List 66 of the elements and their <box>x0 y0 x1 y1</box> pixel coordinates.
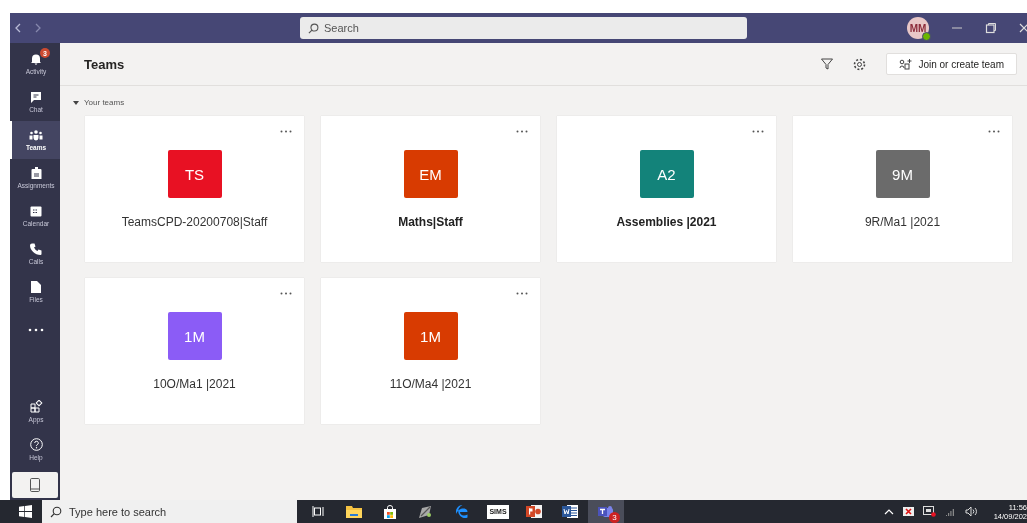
join-or-create-team-button[interactable]: Join or create team <box>886 53 1017 75</box>
team-name: 10O/Ma1 |2021 <box>153 377 236 391</box>
filter-icon[interactable] <box>821 58 834 70</box>
folder-icon <box>346 505 362 518</box>
team-name: 11O/Ma4 |2021 <box>389 377 472 391</box>
mobile-app-button[interactable] <box>12 472 58 498</box>
chat-icon <box>30 91 42 103</box>
team-card[interactable]: EM Maths|Staff <box>321 116 540 262</box>
edge-icon <box>454 504 470 519</box>
restore-icon[interactable] <box>985 22 997 34</box>
more-options-icon[interactable] <box>280 130 292 133</box>
forward-icon[interactable] <box>34 23 42 33</box>
tray-screen-icon[interactable] <box>922 506 936 517</box>
team-card[interactable]: TS TeamsCPD-20200708|Staff <box>85 116 304 262</box>
file-icon <box>31 281 41 293</box>
close-icon[interactable] <box>1019 23 1027 33</box>
add-people-icon <box>899 58 913 70</box>
team-avatar: 1M <box>403 312 458 360</box>
help-icon <box>29 437 43 451</box>
team-card[interactable]: 9M 9R/Ma1 |2021 <box>793 116 1012 262</box>
search-field[interactable]: Search <box>300 17 747 39</box>
team-card[interactable]: A2 Assemblies |2021 <box>557 116 776 262</box>
more-options-icon[interactable] <box>516 130 528 133</box>
search-icon <box>308 22 319 34</box>
windows-start-icon[interactable] <box>19 505 32 518</box>
document-app-icon <box>562 504 578 519</box>
team-avatar: EM <box>403 150 458 198</box>
team-name: 9R/Ma1 |2021 <box>864 215 941 229</box>
team-avatar: 9M <box>875 150 930 198</box>
team-name: Maths|Staff <box>398 215 463 229</box>
notification-badge: 3 <box>609 512 620 523</box>
team-name: TeamsCPD-20200708|Staff <box>121 215 268 229</box>
more-options-icon[interactable] <box>280 292 292 295</box>
user-avatar[interactable]: MM <box>907 17 929 39</box>
more-options-icon[interactable] <box>752 130 764 133</box>
team-app-icon <box>598 504 614 519</box>
task-view-icon <box>311 506 325 517</box>
team-avatar: A2 <box>639 150 694 198</box>
presentation-app-icon <box>526 504 542 519</box>
apps-icon <box>29 399 43 413</box>
team-card[interactable]: 1M 10O/Ma1 |2021 <box>85 278 304 424</box>
wifi-icon[interactable] <box>944 506 956 517</box>
more-options-icon[interactable] <box>988 130 1000 133</box>
settings-icon[interactable] <box>853 57 867 71</box>
more-options-icon[interactable] <box>516 292 528 295</box>
backpack-icon <box>30 167 42 179</box>
your-teams-toggle[interactable]: Your teams <box>73 98 125 107</box>
taskbar-search-field[interactable]: Type here to search <box>42 500 297 523</box>
people-icon <box>29 129 43 141</box>
chevron-up-icon[interactable] <box>883 508 894 515</box>
taskbar-app[interactable]: 3 <box>588 500 624 523</box>
calendar-icon <box>30 205 42 217</box>
tray-app-icon[interactable] <box>902 507 914 516</box>
search-icon <box>50 505 62 518</box>
team-card[interactable]: 1M 11O/Ma4 |2021 <box>321 278 540 424</box>
team-avatar: 1M <box>167 312 222 360</box>
volume-icon[interactable] <box>964 506 979 517</box>
phone-icon <box>30 243 42 255</box>
bell-icon <box>30 53 42 65</box>
more-icon <box>28 328 44 332</box>
back-icon[interactable] <box>14 23 22 33</box>
team-avatar: TS <box>167 150 222 198</box>
page-title: Teams <box>84 56 125 72</box>
team-name: Assemblies |2021 <box>616 215 717 229</box>
shopping-bag-icon <box>383 504 397 519</box>
phone-device-icon <box>30 478 40 492</box>
